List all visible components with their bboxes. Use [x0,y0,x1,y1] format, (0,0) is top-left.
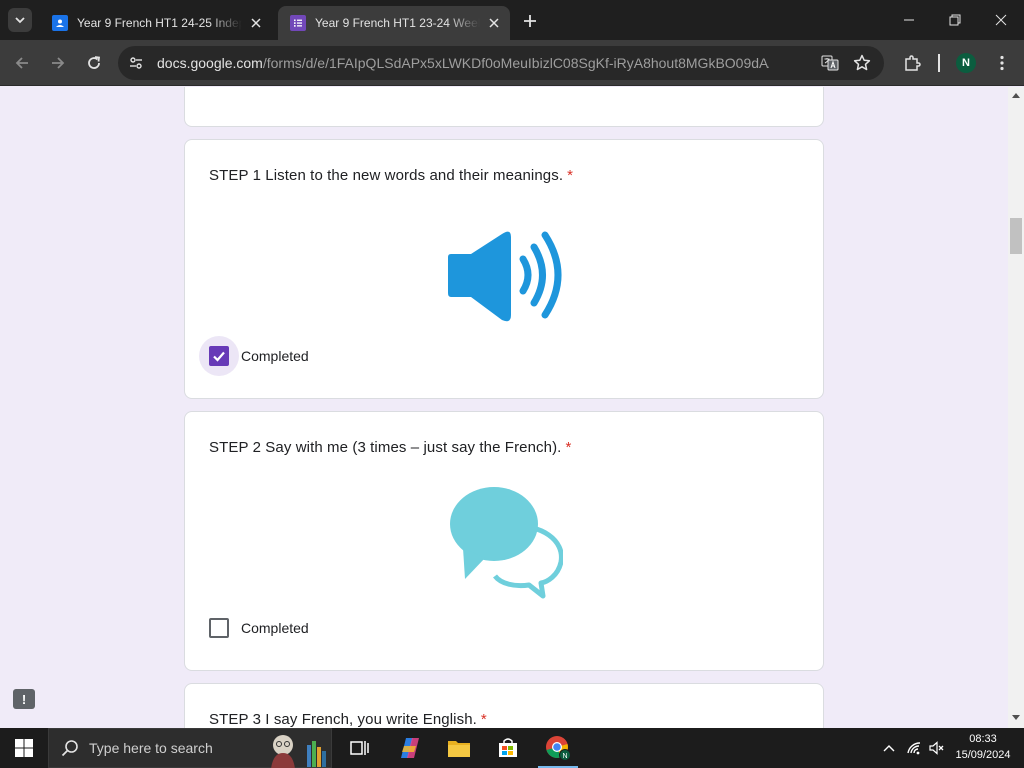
speaker-icon [448,231,562,322]
google-forms-icon [290,15,306,31]
question-card-step1: STEP 1 Listen to the new words and their… [184,139,824,399]
exclamation-icon: ! [21,691,27,707]
scroll-down-arrow-icon[interactable] [1012,715,1020,720]
toolbar-divider [938,54,940,72]
arrow-left-icon [15,57,28,69]
question-card-step2: STEP 2 Say with me (3 times – just say t… [184,411,824,671]
task-view-button[interactable] [336,728,384,768]
required-asterisk: * [565,439,572,456]
taskbar-clock[interactable]: 08:33 15/09/2024 [948,731,1018,763]
wifi-icon [907,742,921,755]
restore-button[interactable] [932,0,978,40]
start-button[interactable] [0,728,48,768]
question-card-step3: STEP 3 I say French, you write English. * [184,683,824,728]
question-title-text: STEP 2 Say with me (3 times – just say t… [209,439,562,456]
close-window-button[interactable] [978,0,1024,40]
file-explorer-button[interactable] [435,728,483,768]
microsoft-store-button[interactable] [484,728,532,768]
restore-icon [949,14,961,26]
minimize-icon [904,19,914,21]
tab-forms[interactable]: Year 9 French HT1 23-24 Week 1 [278,6,510,40]
scrollbar-thumb[interactable] [1010,218,1022,254]
tab-search-button[interactable] [8,8,32,32]
required-asterisk: * [480,711,487,728]
checkbox-ripple[interactable] [199,336,239,376]
browser-menu-button[interactable] [988,49,1016,77]
task-view-icon [350,741,369,755]
puzzle-icon [905,55,921,71]
page-scrollbar[interactable] [1008,87,1024,728]
store-icon [499,738,517,757]
scroll-up-arrow-icon[interactable] [1012,93,1020,98]
windows-taskbar: Type here to search N 08:33 15/09/2024 [0,728,1024,768]
question-title-text: STEP 1 Listen to the new words and their… [209,167,564,184]
minimize-button[interactable] [886,0,932,40]
reload-icon [88,56,101,69]
windows-logo-icon [15,739,33,757]
previous-question-card [184,87,824,127]
bookmark-star-icon[interactable] [852,53,872,73]
required-asterisk: * [567,167,574,184]
taskbar-search-box[interactable]: Type here to search [48,728,332,768]
completed-checkbox-option[interactable]: Completed [199,336,309,376]
tab-title: Year 9 French HT1 24-25 Independent [77,16,242,30]
chevron-down-icon [15,17,25,24]
extensions-button[interactable] [898,49,926,77]
option-label: Completed [241,620,309,636]
site-info-icon[interactable] [126,53,146,73]
clock-date: 15/09/2024 [955,749,1011,761]
close-icon [995,14,1007,26]
volume-button[interactable] [926,728,948,768]
reload-button[interactable] [80,49,108,77]
checkbox[interactable] [209,346,229,366]
report-feedback-button[interactable]: ! [13,689,35,709]
speech-bubbles-icon [450,487,563,599]
back-button[interactable] [8,49,36,77]
google-classroom-icon [52,15,68,31]
close-tab-icon[interactable] [248,15,264,31]
speaker-muted-icon [929,741,944,755]
chrome-icon: N [546,736,571,761]
svg-text:N: N [562,753,567,760]
url-text[interactable]: docs.google.com/forms/d/e/1FAIpQLSdAPx5x… [157,55,769,71]
forward-button[interactable] [44,49,72,77]
copilot-button[interactable] [386,728,434,768]
url-host: docs.google.com [157,55,263,71]
tab-title: Year 9 French HT1 23-24 Week 1 [315,16,480,30]
arrow-right-icon [52,57,65,69]
form-page: STEP 1 Listen to the new words and their… [0,87,1008,728]
taskbar-search-placeholder: Type here to search [89,740,213,756]
folder-icon [448,741,470,757]
chrome-taskbar-button[interactable]: N [534,728,582,768]
new-tab-button[interactable] [518,10,542,32]
search-highlight-illustration-icon [271,735,326,768]
url-path: /forms/d/e/1FAIpQLSdAPx5xLWKDf0oMeuIbizl… [262,55,769,71]
tab-classroom[interactable]: Year 9 French HT1 24-25 Independent [40,6,272,40]
address-bar[interactable]: docs.google.com/forms/d/e/1FAIpQLSdAPx5x… [118,46,884,80]
completed-checkbox-option[interactable]: Completed [199,608,309,648]
question-title: STEP 2 Say with me (3 times – just say t… [209,439,571,456]
show-hidden-icons-button[interactable] [878,728,900,768]
network-button[interactable] [902,728,926,768]
question-title: STEP 3 I say French, you write English. * [209,711,487,728]
kebab-menu-icon [1000,55,1004,71]
plus-icon [524,15,536,27]
checkbox[interactable] [209,618,229,638]
question-title: STEP 1 Listen to the new words and their… [209,167,573,184]
checkmark-icon [213,351,225,362]
translate-icon[interactable] [820,53,840,73]
question-title-text: STEP 3 I say French, you write English. [209,711,477,728]
chevron-up-icon [883,745,895,752]
checkbox-ripple[interactable] [199,608,239,648]
option-label: Completed [241,348,309,364]
close-tab-icon[interactable] [486,15,502,31]
clock-time: 08:33 [969,733,997,745]
tab-strip: Year 9 French HT1 24-25 Independent Year… [0,0,1024,40]
copilot-icon [401,738,419,758]
search-icon [61,740,78,757]
profile-avatar[interactable]: N [956,53,976,73]
browser-toolbar: docs.google.com/forms/d/e/1FAIpQLSdAPx5x… [0,40,1024,86]
